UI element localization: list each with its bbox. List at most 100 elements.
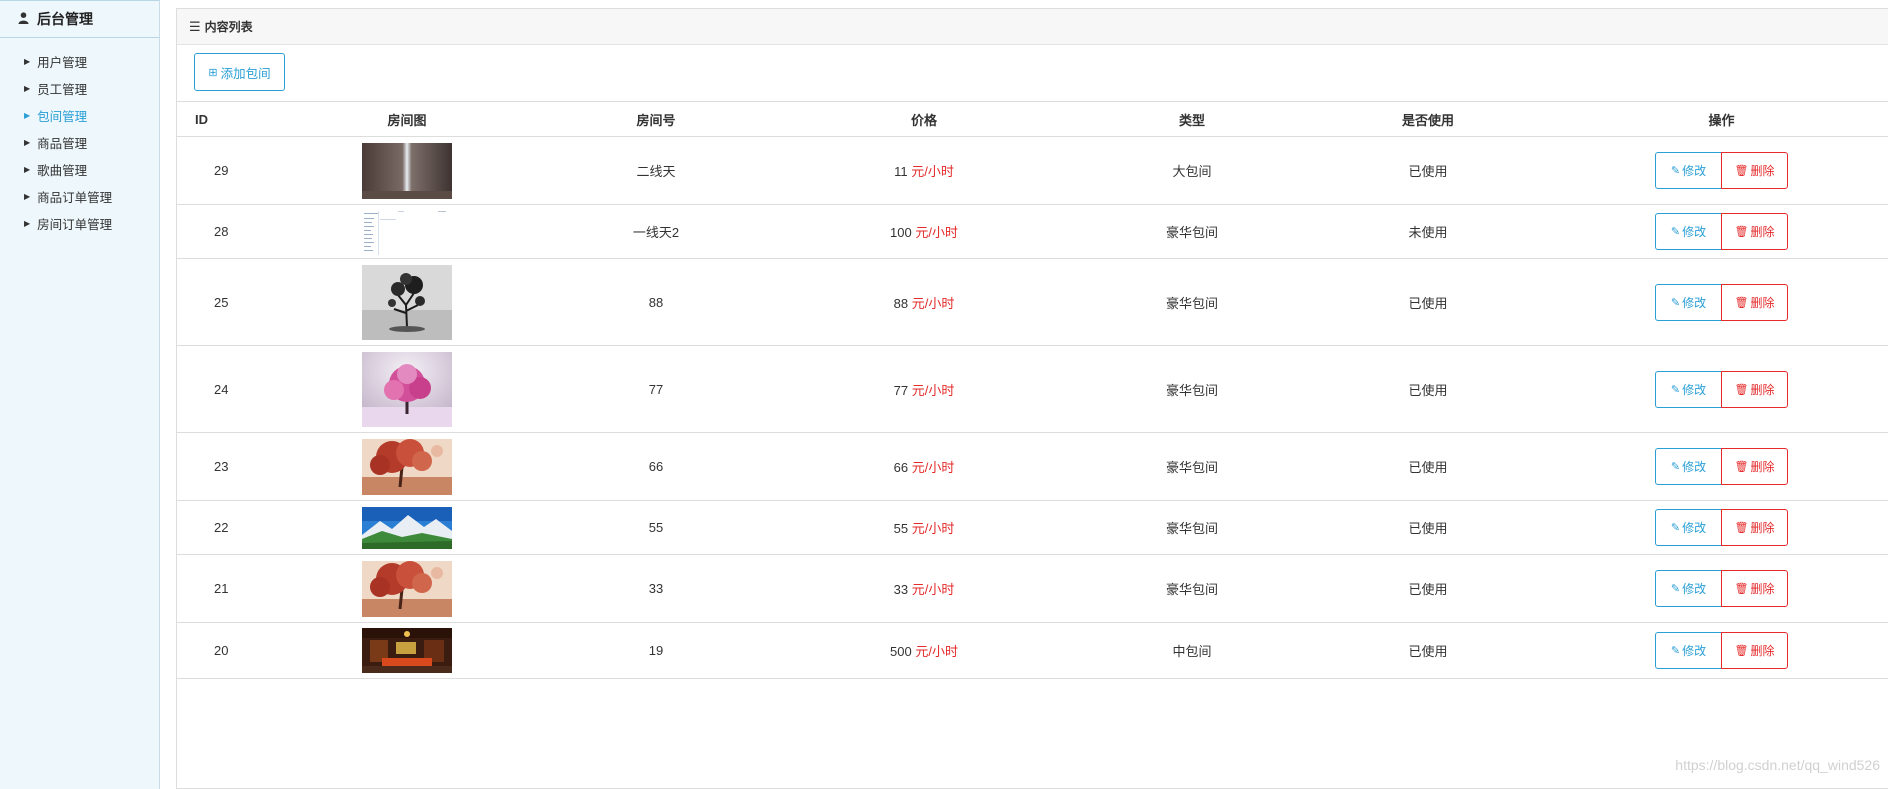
delete-button[interactable]: 🗑 删除 — [1721, 283, 1788, 321]
room-thumbnail — [362, 264, 452, 340]
sidebar-item-rooms[interactable]: ▶ 包间管理 — [0, 102, 159, 129]
price-unit: 元/小时 — [911, 382, 955, 398]
sidebar-header: 后台管理 — [0, 0, 159, 38]
edit-button[interactable]: ✎ 修改 — [1655, 152, 1722, 189]
cell-actions: ✎ 修改 🗑 删除 — [1555, 432, 1888, 501]
action-group: ✎ 修改 🗑 删除 — [1655, 213, 1788, 250]
room-image — [267, 438, 547, 495]
caret-right-icon: ▶ — [24, 84, 31, 93]
caret-right-icon: ▶ — [24, 192, 31, 201]
sidebar-item-songs[interactable]: ▶ 歌曲管理 — [0, 156, 159, 183]
action-group: ✎ 修改 🗑 删除 — [1655, 509, 1788, 546]
trash-icon: 🗑 — [1734, 583, 1749, 595]
delete-button[interactable]: 🗑 删除 — [1721, 370, 1788, 408]
delete-button[interactable]: 🗑 删除 — [1721, 632, 1788, 669]
cell-image — [267, 500, 547, 555]
room-image — [267, 506, 547, 549]
cell-type: 豪华包间 — [1083, 432, 1301, 501]
table-row: 22 55 55 元/小时 豪华包间 已使用 ✎ 修改 🗑 删除 — [177, 500, 1888, 555]
room-image — [267, 560, 547, 617]
header-type: 类型 — [1083, 102, 1301, 137]
cell-used: 已使用 — [1301, 622, 1555, 679]
cell-actions: ✎ 修改 🗑 删除 — [1555, 258, 1888, 346]
user-icon — [18, 11, 29, 27]
list-icon: ☰ — [189, 18, 201, 34]
price-unit: 元/小时 — [911, 164, 954, 179]
table-row: 29 二线天 11 元/小时 大包间 已使用 ✎ 修改 🗑 删除 — [177, 136, 1888, 205]
edit-button[interactable]: ✎ 修改 — [1655, 448, 1722, 485]
cell-id: 20 — [177, 622, 267, 679]
panel-title: 内容列表 — [204, 20, 253, 34]
cell-room-no: 77 — [547, 345, 765, 433]
sidebar-item-staff[interactable]: ▶ 员工管理 — [0, 75, 159, 102]
edit-icon: ✎ — [1670, 226, 1681, 238]
cell-id: 22 — [177, 500, 267, 555]
room-image — [267, 142, 547, 199]
room-thumbnail — [362, 560, 452, 617]
edit-button[interactable]: ✎ 修改 — [1655, 570, 1722, 607]
edit-icon: ✎ — [1670, 296, 1681, 309]
cell-used: 已使用 — [1301, 432, 1555, 501]
cell-type: 豪华包间 — [1083, 554, 1301, 623]
room-image — [267, 264, 547, 340]
cell-id: 24 — [177, 345, 267, 433]
delete-button[interactable]: 🗑 删除 — [1721, 448, 1788, 485]
edit-button[interactable]: ✎ 修改 — [1655, 213, 1722, 250]
action-group: ✎ 修改 🗑 删除 — [1655, 152, 1788, 189]
room-thumbnail — [362, 506, 452, 549]
cell-room-no: 二线天 — [547, 136, 765, 205]
content-panel: ☰ 内容列表 ⊞ 添加包间 ID 房间图 房间号 价格 类型 是否使用 操作 2… — [176, 8, 1888, 789]
edit-button[interactable]: ✎ 修改 — [1655, 632, 1722, 669]
sidebar-item-goods-orders[interactable]: ▶ 商品订单管理 — [0, 183, 159, 210]
cell-type: 中包间 — [1083, 622, 1301, 679]
cell-price: 100 元/小时 — [765, 204, 1083, 259]
delete-button[interactable]: 🗑 删除 — [1721, 152, 1788, 189]
header-image: 房间图 — [267, 102, 547, 137]
table-header-row: ID 房间图 房间号 价格 类型 是否使用 操作 — [177, 102, 1888, 137]
edit-button[interactable]: ✎ 修改 — [1655, 370, 1722, 408]
caret-right-icon: ▶ — [24, 219, 31, 228]
trash-icon: 🗑 — [1734, 226, 1749, 238]
cell-used: 已使用 — [1301, 500, 1555, 555]
room-image — [267, 628, 547, 673]
caret-right-icon: ▶ — [24, 165, 31, 174]
cell-used: 已使用 — [1301, 258, 1555, 346]
caret-right-icon: ▶ — [24, 57, 31, 66]
sidebar-menu: ▶ 用户管理 ▶ 员工管理 ▶ 包间管理 ▶ 商品管理 ▶ 歌曲管理 ▶ 商品订单管理 ▶ 房… — [0, 38, 159, 237]
cell-used: 已使用 — [1301, 345, 1555, 433]
action-group: ✎ 修改 🗑 删除 — [1655, 632, 1788, 669]
table-row: 20 19 500 元/小时 中包间 已使用 ✎ 修改 🗑 删除 — [177, 622, 1888, 679]
edit-button[interactable]: ✎ 修改 — [1655, 283, 1722, 321]
cell-price: 66 元/小时 — [765, 432, 1083, 501]
room-table: ID 房间图 房间号 价格 类型 是否使用 操作 29 二线天 11 元/小时 … — [177, 102, 1888, 679]
cell-used: 未使用 — [1301, 204, 1555, 259]
plus-square-icon: ⊞ — [208, 66, 218, 79]
cell-image — [267, 204, 547, 259]
edit-button[interactable]: ✎ 修改 — [1655, 509, 1722, 546]
add-room-button[interactable]: ⊞ 添加包间 — [194, 53, 285, 91]
cell-type: 豪华包间 — [1083, 345, 1301, 433]
sidebar-title: 后台管理 — [37, 11, 93, 27]
price-value: 88 — [893, 295, 909, 311]
caret-right-icon: ▶ — [24, 111, 31, 120]
cell-image — [267, 136, 547, 205]
header-used: 是否使用 — [1301, 102, 1555, 137]
cell-price: 500 元/小时 — [765, 622, 1083, 679]
sidebar-item-goods[interactable]: ▶ 商品管理 — [0, 129, 159, 156]
cell-id: 28 — [177, 204, 267, 259]
sidebar: 后台管理 ▶ 用户管理 ▶ 员工管理 ▶ 包间管理 ▶ 商品管理 ▶ 歌曲管理 ▶ 商品订单… — [0, 0, 160, 789]
edit-icon: ✎ — [1670, 461, 1681, 473]
price-unit: 元/小时 — [911, 460, 955, 475]
room-thumbnail — [362, 628, 452, 673]
price-value: 500 — [890, 644, 912, 659]
delete-button[interactable]: 🗑 删除 — [1721, 570, 1788, 607]
sidebar-item-room-orders[interactable]: ▶ 房间订单管理 — [0, 210, 159, 237]
cell-actions: ✎ 修改 🗑 删除 — [1555, 345, 1888, 433]
cell-image — [267, 345, 547, 433]
sidebar-item-users[interactable]: ▶ 用户管理 — [0, 48, 159, 75]
action-group: ✎ 修改 🗑 删除 — [1655, 283, 1788, 321]
price-unit: 元/小时 — [915, 225, 958, 240]
action-group: ✎ 修改 🗑 删除 — [1655, 448, 1788, 485]
delete-button[interactable]: 🗑 删除 — [1721, 509, 1788, 546]
delete-button[interactable]: 🗑 删除 — [1721, 213, 1788, 250]
